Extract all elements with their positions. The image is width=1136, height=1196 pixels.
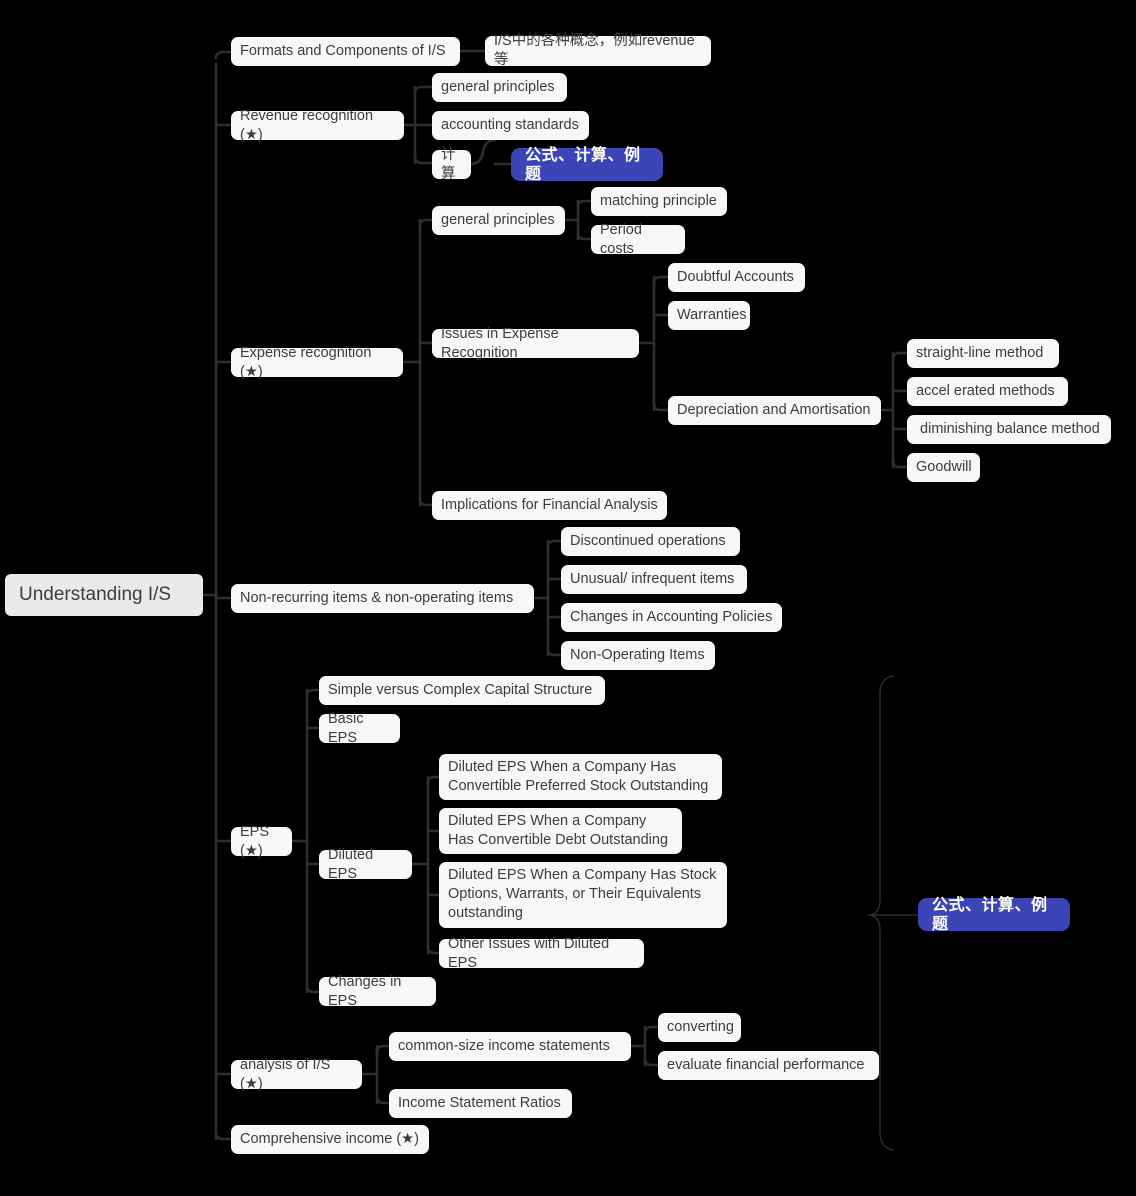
node-expense-recognition[interactable]: Expense recognition (★) [231,345,403,380]
node-income-statement-ratios[interactable]: Income Statement Ratios [389,1089,572,1118]
node-unusual-infrequent-items[interactable]: Unusual/ infrequent items [561,565,747,594]
node-straight-line-method[interactable]: straight-line method [907,339,1059,368]
node-revenue-calculation[interactable]: 计算 [432,147,471,182]
node-implications-for-financial-analysis[interactable]: Implications for Financial Analysis [432,491,667,520]
node-issues-in-expense-recognition[interactable]: Issues in Expense Recognition [432,326,639,361]
node-changes-in-eps[interactable]: Changes in EPS [319,974,436,1009]
node-accent-formula-bottom[interactable]: 公式、计算、例题 [918,897,1070,933]
node-analysis-of-is[interactable]: analysis of I/S (★) [231,1057,362,1092]
node-period-costs[interactable]: Period costs [591,222,685,257]
node-goodwill[interactable]: Goodwill [907,453,980,482]
node-basic-eps[interactable]: Basic EPS [319,711,400,746]
node-doubtful-accounts[interactable]: Doubtful Accounts [668,263,805,292]
node-other-issues-with-diluted-eps[interactable]: Other Issues with Diluted EPS [439,936,644,971]
node-diminishing-balance-method[interactable]: diminishing balance method [907,415,1111,444]
node-expense-general-principles[interactable]: general principles [432,206,565,235]
node-discontinued-operations[interactable]: Discontinued operations [561,527,740,556]
node-simple-versus-complex-capital-structure[interactable]: Simple versus Complex Capital Structure [319,676,605,705]
node-common-size-income-statements[interactable]: common-size income statements [389,1032,631,1061]
node-is-concepts[interactable]: I/S中的各种概念，例如revenue等 [485,33,711,68]
node-formats-and-components[interactable]: Formats and Components of I/S [231,37,460,66]
node-warranties[interactable]: Warranties [668,301,750,330]
mindmap-canvas: Understanding I/S Formats and Components… [0,0,1136,1196]
root-node[interactable]: Understanding I/S [5,574,203,616]
node-accent-formula-top[interactable]: 公式、计算、例题 [511,147,663,183]
node-eps[interactable]: EPS (★) [231,824,292,859]
node-non-recurring-items[interactable]: Non-recurring items & non-operating item… [231,584,534,613]
node-changes-in-accounting-policies[interactable]: Changes in Accounting Policies [561,603,782,632]
node-diluted-eps[interactable]: Diluted EPS [319,847,412,882]
node-depreciation-and-amortisation[interactable]: Depreciation and Amortisation [668,396,881,425]
node-revenue-recognition[interactable]: Revenue recognition (★) [231,108,404,143]
node-accelerated-methods[interactable]: accel erated methods [907,377,1068,406]
node-diluted-eps-convertible-preferred[interactable]: Diluted EPS When a Company Has Convertib… [439,754,722,800]
node-matching-principle[interactable]: matching principle [591,187,727,216]
node-revenue-accounting-standards[interactable]: accounting standards [432,111,589,140]
node-revenue-general-principles[interactable]: general principles [432,73,567,102]
node-evaluate-financial-performance[interactable]: evaluate financial performance [658,1051,879,1080]
node-diluted-eps-stock-options[interactable]: Diluted EPS When a Company Has Stock Opt… [439,862,727,928]
node-converting[interactable]: converting [658,1013,741,1042]
node-diluted-eps-convertible-debt[interactable]: Diluted EPS When a Company Has Convertib… [439,808,682,854]
node-non-operating-items[interactable]: Non-Operating Items [561,641,715,670]
node-comprehensive-income[interactable]: Comprehensive income (★) [231,1125,429,1154]
